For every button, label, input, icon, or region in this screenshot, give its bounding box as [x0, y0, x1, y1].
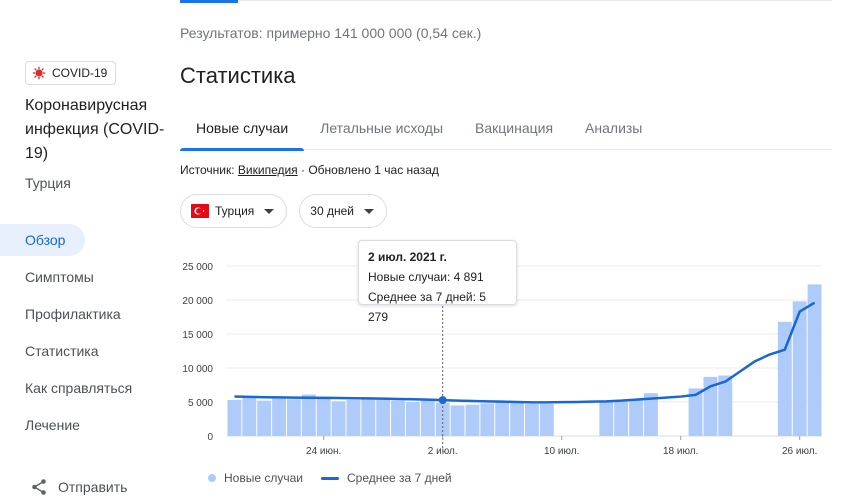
- period-filter-label: 30 дней: [310, 204, 354, 218]
- country-filter-label: Турция: [215, 204, 255, 218]
- legend-bars-label: Новые случаи: [224, 471, 303, 485]
- y-tick-label: 5 000: [188, 398, 213, 409]
- bar: [807, 284, 822, 436]
- tab-new-cases[interactable]: Новые случаи: [180, 106, 305, 151]
- disease-title: Коронавирусная инфекция (COVID-19): [25, 97, 165, 162]
- tooltip-average: Среднее за 7 дней: 5 279: [368, 290, 486, 324]
- bar: [406, 402, 420, 436]
- side-nav: Обзор Симптомы Профилактика Статистика К…: [0, 224, 170, 446]
- chart-tooltip: 2 июл. 2021 г. Новые случаи: 4 891 Средн…: [358, 240, 517, 324]
- tab-deaths[interactable]: Летальные исходы: [304, 106, 459, 150]
- share-icon: [32, 479, 46, 495]
- x-tick-label: 18 июл.: [663, 446, 698, 457]
- tooltip-date: 2 июл. 2021 г.: [368, 250, 447, 264]
- x-tick-label: 2 июл.: [428, 446, 458, 457]
- bar: [510, 402, 524, 436]
- nav-item-statistics[interactable]: Статистика: [0, 335, 170, 367]
- y-tick-label: 25 000: [182, 262, 213, 273]
- share-button[interactable]: Отправить: [30, 478, 127, 496]
- x-tick-label: 10 июл.: [544, 446, 579, 457]
- stats-tabs: Новые случаи Летальные исходы Вакцинация…: [180, 106, 832, 151]
- nav-item-coping[interactable]: Как справляться: [0, 372, 170, 404]
- bar: [301, 394, 316, 436]
- highlight-point: [438, 396, 447, 405]
- chevron-down-icon: [363, 208, 374, 214]
- x-tick-label: 26 июл.: [782, 446, 817, 457]
- tab-vaccination[interactable]: Вакцинация: [459, 106, 569, 150]
- legend-line-swatch: [320, 476, 339, 480]
- covid-chip[interactable]: COVID-19: [25, 61, 117, 85]
- bar: [316, 396, 331, 436]
- legend-line-label: Среднее за 7 дней: [346, 471, 452, 485]
- y-tick-label: 15 000: [182, 330, 213, 341]
- tooltip-new-cases: Новые случаи: 4 891: [368, 270, 484, 284]
- bar: [242, 397, 257, 436]
- country-subtitle: Турция: [25, 175, 71, 191]
- turkey-flag-icon: [191, 204, 209, 218]
- covid-chip-label: COVID-19: [52, 66, 108, 80]
- y-tick-label: 10 000: [182, 364, 213, 375]
- legend-line[interactable]: Среднее за 7 дней: [320, 471, 452, 485]
- legend-bar-swatch: [208, 474, 216, 482]
- y-tick-label: 0: [207, 432, 213, 443]
- bar: [257, 400, 272, 436]
- source-link[interactable]: Википедия: [238, 163, 298, 177]
- bar: [495, 402, 510, 436]
- nav-item-prevention[interactable]: Профилактика: [0, 298, 170, 330]
- period-filter[interactable]: 30 дней: [299, 194, 387, 228]
- bar: [346, 399, 361, 436]
- country-filter[interactable]: Турция: [180, 194, 288, 228]
- source-line: Источник: Википедия · Обновлено 1 час на…: [180, 163, 439, 177]
- results-count: Результатов: примерно 141 000 000 (0,54 …: [180, 25, 482, 41]
- bar: [465, 404, 480, 436]
- bar: [525, 404, 539, 436]
- bar: [227, 399, 242, 436]
- chevron-down-icon: [264, 208, 275, 214]
- bar: [599, 400, 614, 436]
- bar: [376, 399, 391, 436]
- left-panel: COVID-19 Коронавирусная инфекция (COVID-…: [0, 0, 170, 501]
- bar: [450, 405, 465, 436]
- x-tick-label: 24 июн.: [306, 446, 341, 457]
- bar: [480, 403, 495, 436]
- share-label: Отправить: [58, 479, 128, 495]
- bar: [287, 399, 301, 436]
- bar: [539, 404, 554, 436]
- bar: [420, 399, 435, 436]
- filters: Турция 30 дней: [180, 194, 387, 228]
- virus-icon: [32, 66, 46, 80]
- nav-item-symptoms[interactable]: Симптомы: [0, 261, 170, 293]
- nav-item-treatment[interactable]: Лечение: [0, 409, 170, 441]
- bar: [272, 398, 286, 436]
- y-tick-label: 20 000: [182, 296, 213, 307]
- nav-item-overview[interactable]: Обзор: [0, 224, 85, 256]
- legend-bars[interactable]: Новые случаи: [208, 471, 303, 485]
- bar: [718, 375, 733, 436]
- bar: [614, 399, 629, 436]
- page-title: Статистика: [180, 63, 296, 88]
- bar: [629, 399, 643, 436]
- bar: [391, 400, 405, 436]
- bar: [361, 397, 376, 436]
- source-updated: · Обновлено 1 час назад: [297, 163, 439, 177]
- tab-tests[interactable]: Анализы: [569, 106, 658, 150]
- top-divider: [180, 0, 832, 12]
- bar: [331, 401, 346, 436]
- source-prefix: Источник:: [180, 163, 238, 177]
- chart-legend: Новые случаи Среднее за 7 дней: [208, 471, 452, 485]
